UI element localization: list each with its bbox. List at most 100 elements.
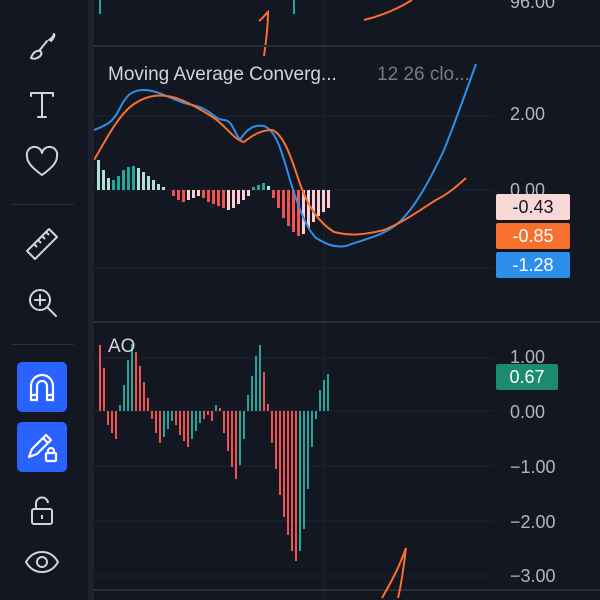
chart-area[interactable]: 96.00 Moving Average Converg... 12 26 cl… — [94, 0, 600, 600]
brush-tool[interactable] — [14, 20, 70, 72]
macd-indicator-title[interactable]: Moving Average Converg... — [108, 64, 337, 86]
macd-histogram-bar — [197, 190, 200, 196]
macd-histogram-bar — [192, 190, 195, 198]
zoom-tool[interactable] — [14, 276, 70, 328]
unlock-tool[interactable] — [14, 484, 70, 536]
ao-histogram-bar — [323, 380, 325, 411]
ao-histogram-bar — [279, 411, 281, 495]
ao-histogram-bar — [187, 411, 189, 447]
macd-histogram-bar — [222, 190, 225, 208]
drawing-line — [363, 0, 413, 21]
price-pane — [99, 0, 413, 57]
macd-histogram-bar — [212, 190, 215, 204]
ao-histogram-bar — [219, 408, 221, 411]
ao-histogram-bar — [319, 390, 321, 411]
macd-histogram-bar — [172, 190, 175, 196]
ao-histogram-bar — [271, 411, 273, 443]
macd-histogram-bar — [242, 190, 245, 200]
macd-histogram-bar — [112, 180, 115, 190]
ao-histogram-bar — [259, 345, 261, 411]
ao-histogram-bar — [195, 411, 197, 431]
macd-indicator-params[interactable]: 12 26 clo... — [377, 64, 470, 86]
macd-histogram-bar — [267, 186, 270, 190]
ao-histogram-bar — [143, 382, 145, 411]
ao-histogram-bar — [231, 411, 233, 467]
macd-histogram-bar — [107, 178, 110, 190]
drawing-toolbar — [0, 0, 88, 600]
price-axis-label: 96.00 — [510, 0, 556, 12]
macd-signal-value-tag: -0.85 — [496, 223, 570, 249]
ao-histogram-bar — [311, 411, 313, 447]
ao-histogram-bar — [155, 411, 157, 433]
ao-histogram-bar — [175, 411, 177, 425]
pencil-lock-icon — [27, 433, 58, 463]
ao-histogram-bar — [167, 411, 169, 429]
ao-axis-label-minus2: −2.00 — [510, 512, 556, 532]
macd-histogram-bar — [217, 190, 220, 206]
ao-histogram-bar — [203, 411, 205, 419]
ao-histogram-bar — [235, 411, 237, 479]
unlock-icon — [31, 496, 53, 525]
ao-histogram-bar — [159, 411, 161, 443]
ao-histogram-bar — [211, 411, 213, 421]
magnet-icon — [29, 373, 55, 402]
ao-histogram-bar — [295, 411, 297, 561]
macd-histogram-bar — [282, 190, 285, 218]
grid — [94, 0, 494, 600]
ao-histogram-bar — [223, 411, 225, 433]
macd-histogram-bar — [237, 190, 240, 204]
macd-histogram-bar — [277, 190, 280, 208]
ao-histogram-bar — [107, 411, 109, 425]
ao-histogram-bar — [207, 411, 209, 415]
ao-histogram-bar — [199, 411, 201, 423]
visibility-tool[interactable] — [14, 536, 70, 588]
macd-histogram-bar — [232, 190, 235, 208]
macd-histogram-bar — [177, 190, 180, 200]
ao-axis-label-0: 0.00 — [510, 402, 546, 422]
ao-histogram-bar — [239, 411, 241, 465]
macd-histogram-bar — [117, 176, 120, 190]
ao-histogram-bar — [267, 404, 269, 411]
drawing-arrow — [258, 9, 270, 57]
macd-line-value-tag: -1.28 — [496, 252, 570, 278]
macd-histogram-bar — [97, 160, 100, 190]
ao-histogram-bar — [111, 411, 113, 433]
macd-histogram-bar — [132, 166, 135, 190]
ao-histogram-bar — [147, 398, 149, 411]
ao-histogram-bar — [227, 411, 229, 451]
macd-histogram-bar — [127, 167, 130, 190]
macd-histogram-bar — [202, 190, 205, 198]
text-tool[interactable] — [14, 78, 70, 130]
ao-histogram-bar — [299, 411, 301, 551]
macd-histogram-bar — [157, 184, 160, 190]
macd-histogram-bar — [272, 190, 275, 198]
macd-histogram-bar — [307, 190, 310, 228]
macd-histogram-bar — [137, 168, 140, 190]
ao-histogram-bar — [135, 352, 137, 411]
macd-histogram-bar — [122, 170, 125, 190]
favorites-tool[interactable] — [14, 136, 70, 188]
ruler-icon — [26, 228, 58, 260]
chart-canvas[interactable] — [94, 0, 600, 600]
ao-histogram-bar — [123, 385, 125, 411]
ao-indicator-title[interactable]: AO — [108, 336, 135, 358]
macd-histogram-bar — [187, 190, 190, 200]
macd-histogram-bar — [142, 172, 145, 190]
ao-histogram-bar — [103, 368, 105, 411]
ao-histogram-bar — [287, 411, 289, 535]
macd-histogram-bar — [312, 190, 315, 222]
macd-histogram-bar — [257, 185, 260, 190]
ruler-tool[interactable] — [14, 218, 70, 270]
macd-histogram-bar — [102, 170, 105, 190]
macd-histogram-bar — [227, 190, 230, 210]
ao-histogram-bar — [263, 372, 265, 411]
magnet-tool[interactable] — [17, 362, 67, 412]
ao-histogram-bar — [275, 411, 277, 469]
ao-axis-label-minus3: −3.00 — [510, 566, 556, 586]
macd-axis-label-2: 2.00 — [510, 104, 546, 124]
toolbar-separator — [12, 204, 74, 205]
lock-drawings-tool[interactable] — [17, 422, 67, 472]
macd-histogram-bar — [322, 190, 325, 212]
macd-histogram-bar — [162, 187, 165, 190]
ao-histogram-bar — [163, 411, 165, 437]
